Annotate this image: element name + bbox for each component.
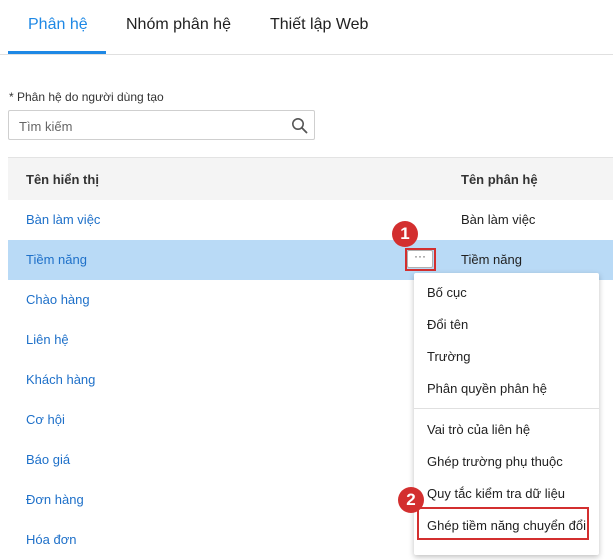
search-icon[interactable] [291,117,308,134]
table-header: Tên hiển thị Tên phân hệ [8,157,613,200]
annotation-highlight-lead-conversion [417,507,589,540]
row-display-name[interactable]: Đơn hàng [26,492,84,507]
menu-item-fields[interactable]: Trường [427,349,470,364]
menu-item-contact-roles[interactable]: Vai trò của liên hệ [427,422,530,437]
search-box [8,110,315,140]
tab-bar: Phân hệ Nhóm phân hệ Thiết lập Web [0,0,613,55]
row-display-name[interactable]: Hóa đơn [26,532,76,547]
row-display-name[interactable]: Báo giá [26,452,70,467]
section-label: * Phân hệ do người dùng tạo [9,90,164,104]
row-display-name[interactable]: Bàn làm việc [26,212,100,227]
header-display-name: Tên hiển thị [26,172,99,187]
menu-item-module-permissions[interactable]: Phân quyền phân hệ [427,381,547,396]
menu-divider [414,408,599,409]
row-display-name[interactable]: Chào hàng [26,292,90,307]
row-display-name[interactable]: Khách hàng [26,372,95,387]
step-badge-1: 1 [392,221,418,247]
tab-modules[interactable]: Phân hệ [28,16,88,34]
row-display-name[interactable]: Tiềm năng [26,252,87,267]
step-badge-2: 2 [398,487,424,513]
menu-item-dependent-fields[interactable]: Ghép trường phụ thuộc [427,454,563,469]
annotation-highlight-more-button [405,248,436,271]
tab-module-groups[interactable]: Nhóm phân hệ [126,16,231,34]
search-input[interactable] [17,116,281,136]
row-display-name[interactable]: Cơ hội [26,412,65,427]
row-display-name[interactable]: Liên hệ [26,332,69,347]
tab-web-settings[interactable]: Thiết lập Web [270,16,368,34]
active-tab-indicator [8,51,106,54]
table-row[interactable]: Bàn làm việc Bàn làm việc [8,200,613,240]
header-module-name: Tên phân hệ [461,172,538,187]
row-module-name: Tiềm năng [461,252,522,267]
menu-item-layout[interactable]: Bố cục [427,285,467,300]
row-module-name: Bàn làm việc [461,212,536,227]
menu-item-rename[interactable]: Đổi tên [427,317,468,332]
menu-item-validation-rules[interactable]: Quy tắc kiểm tra dữ liệu [427,486,565,501]
